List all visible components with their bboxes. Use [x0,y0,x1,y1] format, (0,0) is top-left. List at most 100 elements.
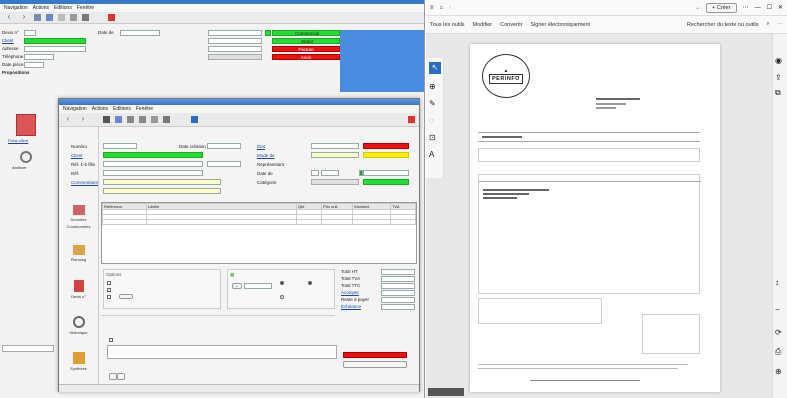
fw-menu-actions[interactable]: Actions [92,106,108,112]
zoom-in-icon[interactable]: ⊕ [775,367,785,376]
numero-input[interactable] [103,143,137,149]
bg-link-2[interactable] [172,38,212,46]
fw-menu-editions[interactable]: Editions [113,106,131,112]
payment-radio-3[interactable] [308,280,314,285]
comment-input-2[interactable] [103,188,221,194]
bg-link-1[interactable] [172,30,212,38]
payment-radio-1[interactable] [280,280,286,285]
text-box-icon[interactable]: ⊡ [429,133,440,142]
print-icon[interactable] [82,14,89,21]
bg-select-4[interactable] [208,54,262,60]
link-commentaire[interactable]: Commentaire [71,180,98,185]
link-mode[interactable]: Mode de [257,153,275,158]
comment-icon[interactable]: ◉ [775,56,785,65]
bg-status-avoir[interactable]: Avoir [272,54,340,60]
print-icon[interactable]: ⎙ [775,347,785,357]
option-row-1[interactable] [104,279,220,286]
zoom-out-icon[interactable]: − [775,305,785,314]
fw-list-icon[interactable] [103,116,110,123]
close-icon[interactable]: ✕ [778,4,783,11]
status-green-button[interactable] [363,179,409,185]
link-acompte[interactable]: Acompte [341,290,359,295]
dropdown-icon[interactable]: ⌄ [695,4,700,11]
tab-modifier[interactable]: Modifier [473,22,493,28]
imprimer-button[interactable] [119,294,133,299]
bg-nav-propositions[interactable]: Propositions [2,70,50,78]
link-echeance[interactable]: Échéance [341,304,361,309]
bg-devis-input[interactable] [24,30,36,36]
search-icon[interactable]: ⌕ [766,21,769,28]
history-icon[interactable] [20,151,32,163]
bg-link-3[interactable] [172,46,212,54]
bg-select-3[interactable] [208,46,262,52]
bg-status-commercial[interactable]: Commercial [272,30,340,36]
menu-icon[interactable]: ≡ [430,5,434,11]
pdf-icon[interactable] [108,14,115,21]
validate-button[interactable] [343,361,407,368]
fw-email-icon[interactable] [191,116,198,123]
back-arrow-icon[interactable]: ‹ [4,13,14,22]
tab-convertir[interactable]: Convertir [500,22,522,28]
fw-print-icon[interactable] [163,116,170,123]
more-icon[interactable]: ⋯ [743,4,749,11]
link-client[interactable]: Client [71,153,83,158]
fw-pdf-icon[interactable] [408,116,415,123]
sidebar-item-planning[interactable]: Planning [59,235,98,271]
categorie-select[interactable] [311,179,359,185]
sidebar-item-synthese[interactable]: Synthèse [59,343,98,379]
table-row[interactable] [102,219,416,225]
fw-edit-icon[interactable] [151,116,158,123]
copy-icon[interactable] [58,14,65,21]
etat-select[interactable] [311,143,359,149]
home-icon[interactable]: ⌂ [440,5,444,11]
bg-status-facture[interactable]: Facture [272,46,340,52]
date-small-input[interactable] [207,161,241,167]
fw-back-icon[interactable]: ‹ [63,115,73,124]
option-row-2[interactable] [104,286,220,293]
fw-menu-window[interactable]: Fenêtre [136,106,153,112]
client-input[interactable] [103,152,203,158]
lasso-icon[interactable]: ◌ [429,116,440,125]
rotate-icon[interactable]: ⟳ [775,328,785,337]
sidebar-item-donnees[interactable]: Données Coordonnées [59,199,98,235]
bg-date-input[interactable] [24,62,44,68]
add-payment-icon[interactable]: + [232,283,242,289]
minimize-icon[interactable]: — [755,5,761,11]
page-number-icon[interactable]: ↕ [775,278,785,287]
footer-tab-a[interactable] [109,373,117,380]
delai-input-2[interactable] [321,170,339,176]
share-icon[interactable]: ⇪ [775,73,785,82]
bg-adresse-input[interactable] [24,46,86,52]
pen-icon[interactable]: ✎ [429,99,440,108]
acompte-value[interactable] [381,290,415,296]
checkbox-icon[interactable] [107,280,111,285]
ref-input[interactable] [103,161,203,167]
propositions-icon[interactable] [16,114,36,136]
status-white-field[interactable] [363,170,409,176]
tab-signer[interactable]: Signer électroniquement [530,22,590,28]
bg-date-field[interactable] [120,30,160,36]
note-type-row[interactable] [109,337,115,342]
payment-amount-input[interactable] [244,283,272,289]
bg-link-4[interactable] [172,54,212,62]
echeance-select[interactable] [381,304,415,310]
bg-menu-window[interactable]: Fenêtre [77,5,94,11]
fw-save-icon[interactable] [115,116,122,123]
save-icon[interactable] [46,14,53,21]
bg-menu-navigation[interactable]: Navigation [4,5,28,11]
overflow-icon[interactable]: ⋯ [778,22,784,28]
delai-input[interactable] [311,170,319,176]
sidebar-item-devis[interactable]: Devis n° [59,271,98,307]
fw-paste-icon[interactable] [139,116,146,123]
create-button[interactable]: + Créer [706,2,737,13]
fw-menu-navigation[interactable]: Navigation [63,106,87,112]
tab-chevron-icon[interactable]: ‹ [449,5,451,11]
tab-all-tools[interactable]: Tous les outils [430,22,465,28]
ref2-input[interactable] [103,170,203,176]
forward-arrow-icon[interactable]: › [19,13,29,22]
bg-select-1[interactable] [208,30,262,36]
maximize-icon[interactable]: ☐ [767,4,772,11]
fw-copy-icon[interactable] [127,116,134,123]
checkbox-icon[interactable] [107,287,111,292]
payment-radio-2[interactable] [280,294,286,299]
